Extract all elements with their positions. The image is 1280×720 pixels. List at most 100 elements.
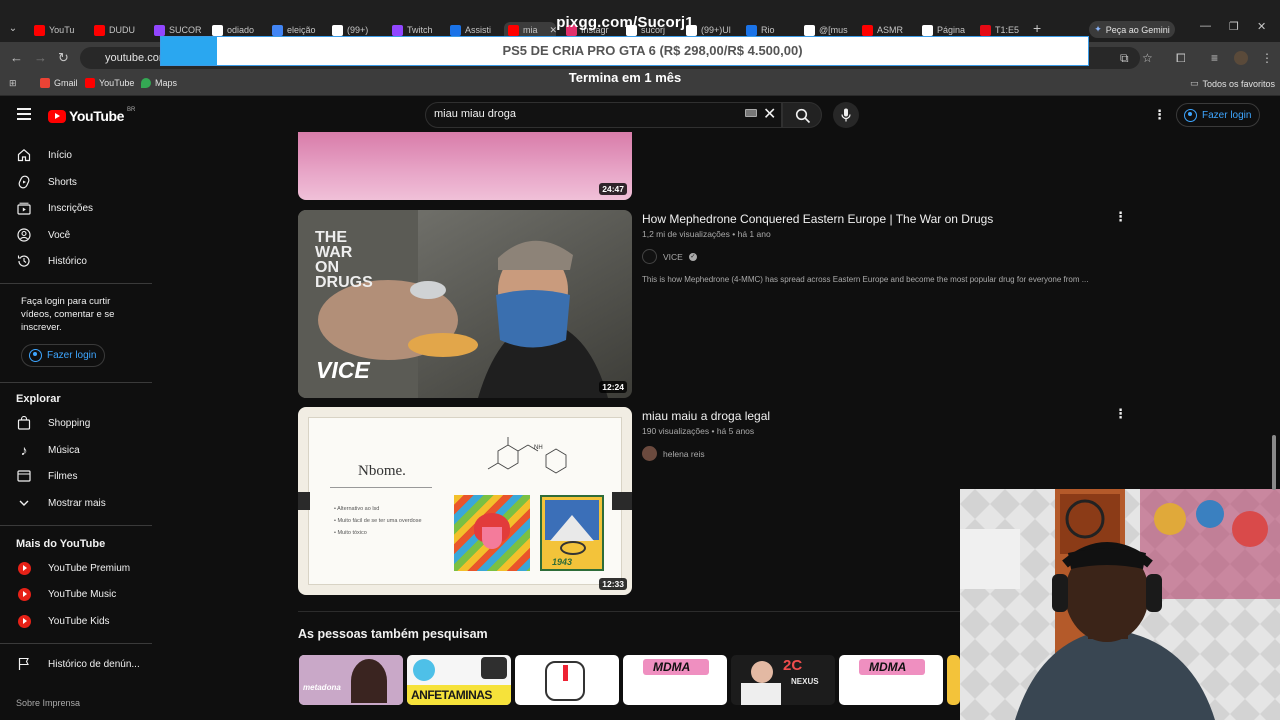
- sidebar-item-history[interactable]: Histórico: [16, 252, 87, 270]
- sidebar-item-label: Você: [48, 229, 71, 241]
- sidebar-item-shorts[interactable]: Shorts: [16, 173, 77, 191]
- keyboard-icon[interactable]: [745, 109, 757, 117]
- related-search-card[interactable]: MDMA: [839, 655, 943, 705]
- sidebar-item-label: Shopping: [48, 417, 91, 429]
- sidebar-item-you[interactable]: Você: [16, 226, 70, 244]
- menu-icon[interactable]: [17, 108, 31, 120]
- video-thumbnail[interactable]: 24:47: [298, 132, 632, 200]
- related-search-card[interactable]: 2C NEXUS: [731, 655, 835, 705]
- sidebar-item-label: Inscrições: [48, 202, 94, 214]
- sidebar-divider: [0, 382, 152, 383]
- video-description: This is how Mephedrone (4-MMC) has sprea…: [642, 275, 1089, 284]
- login-prompt-text: Faça login para curtir vídeos, comentar …: [21, 296, 115, 333]
- shorts-icon: [16, 174, 32, 190]
- shopping-bag-icon: [16, 415, 32, 431]
- sidebar-item-label: Histórico: [48, 255, 87, 267]
- sidebar-item-kids[interactable]: YouTube Kids: [16, 612, 110, 630]
- video-metadata: 1,2 mi de visualizações • há 1 ano: [642, 229, 771, 239]
- related-search-card[interactable]: [515, 655, 619, 705]
- sidebar-item-movies[interactable]: Filmes: [16, 467, 77, 485]
- sidebar-item-shopping[interactable]: Shopping: [16, 414, 90, 432]
- music-note-icon: ♪: [20, 442, 28, 458]
- search-button[interactable]: [782, 102, 822, 128]
- thumbnail-series-title: THE WAR ON DRUGS: [315, 229, 373, 291]
- related-card-label: NEXUS: [791, 677, 819, 686]
- extensions-icon[interactable]: ⧠: [1176, 51, 1186, 66]
- home-icon: [16, 147, 32, 163]
- video-duration: 12:33: [599, 578, 627, 590]
- video-more-actions-icon[interactable]: ⋮: [1114, 209, 1127, 225]
- video-metadata: 190 visualizações • há 5 anos: [642, 426, 755, 436]
- forward-icon[interactable]: →: [34, 50, 47, 65]
- upload-age: há 5 anos: [716, 426, 755, 436]
- goal-progress-fill: [161, 37, 217, 65]
- goal-text: PS5 DE CRIA PRO GTA 6 (R$ 298,00/R$ 4.50…: [502, 43, 803, 58]
- login-button[interactable]: Fazer login: [1176, 103, 1260, 127]
- reload-icon[interactable]: ↻: [58, 50, 69, 66]
- video-more-actions-icon[interactable]: ⋮: [1114, 406, 1127, 422]
- poster-year: 1943: [552, 557, 573, 567]
- you-icon: [16, 227, 32, 243]
- thumbnail-vice-logo: VICE: [316, 357, 370, 383]
- country-code: BR: [127, 107, 136, 113]
- youtube-music-icon: [17, 587, 31, 601]
- sidebar-item-report-history[interactable]: Histórico de denún...: [16, 655, 140, 673]
- install-app-icon[interactable]: ⧉: [1120, 51, 1129, 66]
- related-search-card[interactable]: [947, 655, 960, 705]
- poster-image: 1943: [540, 495, 604, 571]
- video-thumbnail[interactable]: THE WAR ON DRUGS VICE 12:24: [298, 210, 632, 398]
- sidebar-divider: [0, 283, 152, 284]
- svg-text:NH: NH: [534, 445, 543, 451]
- chevron-down-icon: [16, 495, 32, 511]
- explore-heading: Explorar: [16, 393, 61, 405]
- sidebar-item-music[interactable]: ♪ Música: [16, 441, 80, 459]
- page-scrollbar[interactable]: [1272, 435, 1276, 490]
- login-label: Fazer login: [47, 350, 97, 361]
- media-control-icon[interactable]: ≡: [1211, 51, 1218, 65]
- more-from-youtube-heading: Mais do YouTube: [16, 538, 106, 550]
- related-search-card[interactable]: ANFETAMINAS: [407, 655, 511, 705]
- channel-link[interactable]: VICE ✓: [642, 249, 697, 264]
- pop-art-image: [454, 495, 530, 571]
- settings-more-icon[interactable]: ⋮: [1153, 107, 1166, 123]
- related-card-label: ANFETAMINAS: [411, 688, 492, 702]
- sidebar-item-home[interactable]: Início: [16, 146, 72, 164]
- sidebar-item-label: Filmes: [48, 470, 78, 482]
- close-window-icon[interactable]: ✕: [1257, 20, 1266, 33]
- slide-next-arrow: [612, 492, 632, 510]
- sidebar-footer-links[interactable]: Sobre Imprensa: [16, 698, 80, 708]
- subscriptions-icon: [16, 200, 32, 216]
- browser-menu-icon[interactable]: ⋮: [1261, 51, 1273, 65]
- channel-avatar: [642, 249, 657, 264]
- sidebar-item-label: YouTube Kids: [48, 615, 110, 627]
- sidebar-item-label: Shorts: [48, 176, 77, 188]
- login-label: Fazer login: [1202, 109, 1252, 121]
- video-title[interactable]: How Mephedrone Conquered Eastern Europe …: [642, 212, 993, 226]
- voice-search-button[interactable]: [833, 102, 859, 128]
- channel-link[interactable]: helena reis: [642, 446, 705, 461]
- stream-title: pixgg.com/Sucorj1: [556, 14, 694, 31]
- back-icon[interactable]: ←: [10, 50, 23, 65]
- sidebar-divider: [0, 643, 152, 644]
- youtube-logo[interactable]: YouTube BR: [48, 107, 136, 124]
- sidebar-item-subscriptions[interactable]: Inscrições: [16, 199, 93, 217]
- video-thumbnail[interactable]: Nbome. • Alternativo ao lsd • Muito fáci…: [298, 407, 632, 595]
- profile-avatar[interactable]: [1234, 51, 1248, 65]
- clear-search-icon[interactable]: ✕: [763, 104, 776, 124]
- related-card-label: metadona: [303, 683, 341, 692]
- sidebar-item-premium[interactable]: YouTube Premium: [16, 559, 130, 577]
- account-icon: [1184, 108, 1197, 122]
- webcam-feed: [960, 489, 1280, 720]
- video-title[interactable]: miau maiu a droga legal: [642, 409, 770, 423]
- sidebar-item-yt-music[interactable]: YouTube Music: [16, 585, 116, 603]
- bookmark-star-icon[interactable]: ☆: [1142, 51, 1153, 65]
- history-icon: [16, 253, 32, 269]
- sidebar-item-label: YouTube Music: [48, 588, 117, 600]
- related-search-card[interactable]: metadona: [299, 655, 403, 705]
- sidebar-login-button[interactable]: Fazer login: [21, 344, 105, 367]
- search-icon: [795, 108, 811, 124]
- molecule-diagram: NH: [487, 437, 567, 474]
- slide-title: Nbome.: [358, 463, 406, 479]
- sidebar-show-more[interactable]: Mostrar mais: [16, 494, 106, 512]
- related-search-card[interactable]: MDMA: [623, 655, 727, 705]
